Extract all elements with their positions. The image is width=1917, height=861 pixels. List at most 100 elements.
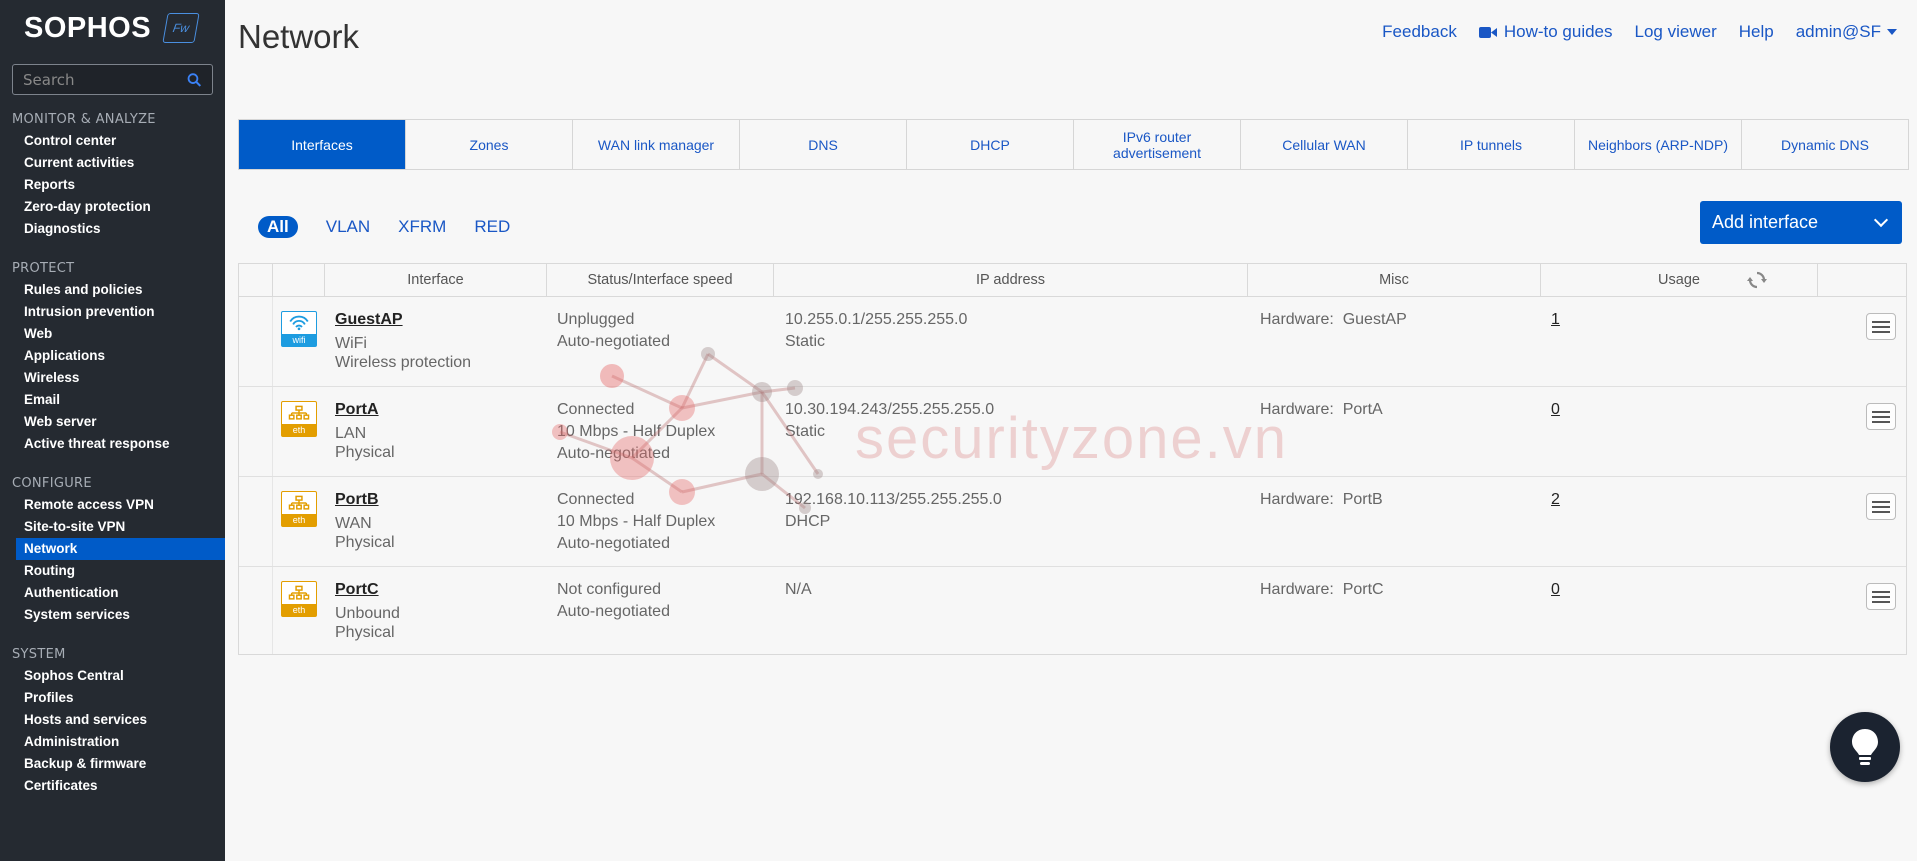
actions-cell: [1818, 387, 1906, 476]
port-icon-label: eth: [282, 514, 316, 526]
ip-cell: 10.255.0.1/255.255.255.0 Static: [774, 297, 1248, 386]
filter-vlan[interactable]: VLAN: [326, 217, 370, 237]
status-cell: Unplugged Auto-negotiated: [547, 297, 774, 386]
interface-filters: All VLAN XFRM RED: [258, 216, 510, 238]
sidebar-item-hosts-and-services[interactable]: Hosts and services: [0, 709, 225, 731]
refresh-icon[interactable]: [1747, 270, 1767, 290]
ethernet-icon: [288, 405, 310, 420]
tips-button[interactable]: [1830, 712, 1900, 782]
interface-status: Not configured: [557, 581, 662, 598]
interface-name-link[interactable]: GuestAP: [335, 309, 547, 331]
tab-cellular-wan[interactable]: Cellular WAN: [1241, 120, 1408, 169]
interface-kind: Physical: [335, 444, 395, 461]
row-select: [239, 387, 273, 476]
header-ip[interactable]: IP address: [774, 264, 1248, 296]
ip-address: 10.255.0.1/255.255.255.0: [785, 311, 968, 328]
menu-bar: [1872, 595, 1890, 598]
help-link[interactable]: Help: [1739, 22, 1774, 42]
logo[interactable]: SOPHOS Fw: [0, 0, 225, 56]
tab-neighbors-arp-ndp[interactable]: Neighbors (ARP-NDP): [1575, 120, 1742, 169]
sidebar-item-authentication[interactable]: Authentication: [0, 582, 225, 604]
tab-interfaces[interactable]: Interfaces: [239, 120, 406, 169]
menu-bar: [1872, 410, 1890, 413]
ethernet-port-icon: eth: [281, 581, 317, 617]
ethernet-icon: [288, 585, 310, 600]
tab-ipv6-router-advertisement[interactable]: IPv6 router advertisement: [1074, 120, 1241, 169]
sidebar-item-site-to-site-vpn[interactable]: Site-to-site VPN: [0, 516, 225, 538]
sidebar-item-wireless[interactable]: Wireless: [0, 367, 225, 389]
row-menu-button[interactable]: [1866, 403, 1896, 430]
row-menu-button[interactable]: [1866, 583, 1896, 610]
sidebar-item-current-activities[interactable]: Current activities: [0, 152, 225, 174]
sidebar-item-diagnostics[interactable]: Diagnostics: [0, 218, 225, 240]
sidebar-item-reports[interactable]: Reports: [0, 174, 225, 196]
usage-count-link[interactable]: 2: [1551, 491, 1560, 508]
sidebar-item-routing[interactable]: Routing: [0, 560, 225, 582]
sidebar-item-remote-access-vpn[interactable]: Remote access VPN: [0, 494, 225, 516]
usage-count-link[interactable]: 0: [1551, 581, 1560, 598]
hardware-label: Hardware:: [1260, 581, 1334, 598]
sidebar-item-backup-firmware[interactable]: Backup & firmware: [0, 753, 225, 775]
chevron-down-icon: [1873, 212, 1889, 227]
interface-name-link[interactable]: PortA: [335, 399, 547, 421]
sidebar-item-web[interactable]: Web: [0, 323, 225, 345]
sidebar-item-administration[interactable]: Administration: [0, 731, 225, 753]
sidebar-item-active-threat-response[interactable]: Active threat response: [0, 433, 225, 455]
howto-guides-link[interactable]: How-to guides: [1478, 22, 1613, 42]
tab-dns[interactable]: DNS: [740, 120, 907, 169]
sidebar-item-certificates[interactable]: Certificates: [0, 775, 225, 797]
hardware-label: Hardware:: [1260, 401, 1334, 418]
sidebar-item-control-center[interactable]: Control center: [0, 130, 225, 152]
sidebar-item-rules-and-policies[interactable]: Rules and policies: [0, 279, 225, 301]
sidebar-item-zero-day-protection[interactable]: Zero-day protection: [0, 196, 225, 218]
row-select: [239, 477, 273, 566]
header-actions: [1818, 264, 1906, 296]
tab-dynamic-dns[interactable]: Dynamic DNS: [1742, 120, 1908, 169]
table-row: wifi GuestAP WiFi Wireless protection Unplug…: [239, 297, 1906, 387]
ethernet-icon: [288, 495, 310, 510]
interface-status: Unplugged: [557, 311, 635, 328]
tab-zones[interactable]: Zones: [406, 120, 573, 169]
interface-type: WiFi: [335, 335, 367, 352]
hardware-value: PortC: [1342, 581, 1384, 598]
tab-wan-link-manager[interactable]: WAN link manager: [573, 120, 740, 169]
row-menu-button[interactable]: [1866, 313, 1896, 340]
port-icon-label: eth: [282, 604, 316, 616]
sidebar-item-network[interactable]: Network: [16, 538, 225, 560]
header-status[interactable]: Status/Interface speed: [547, 264, 774, 296]
search-input[interactable]: [23, 70, 188, 89]
top-navigation: Feedback How-to guides Log viewer Help a…: [1382, 22, 1897, 42]
row-menu-button[interactable]: [1866, 493, 1896, 520]
interface-name-link[interactable]: PortC: [335, 579, 547, 601]
filter-red[interactable]: RED: [474, 217, 510, 237]
sidebar-item-email[interactable]: Email: [0, 389, 225, 411]
user-menu[interactable]: admin@SF: [1796, 22, 1897, 42]
chevron-down-icon: [1887, 29, 1897, 35]
header-misc[interactable]: Misc: [1248, 264, 1541, 296]
tab-ip-tunnels[interactable]: IP tunnels: [1408, 120, 1575, 169]
add-interface-button[interactable]: Add interface: [1700, 201, 1902, 244]
sidebar-item-applications[interactable]: Applications: [0, 345, 225, 367]
log-viewer-link[interactable]: Log viewer: [1635, 22, 1717, 42]
interface-type: Unbound: [335, 605, 400, 622]
sidebar-item-system-services[interactable]: System services: [0, 604, 225, 626]
sidebar-item-web-server[interactable]: Web server: [0, 411, 225, 433]
usage-cell: 1: [1541, 297, 1818, 386]
interface-speed: 10 Mbps - Half Duplex: [557, 423, 716, 440]
filter-all[interactable]: All: [258, 216, 298, 238]
filter-xfrm[interactable]: XFRM: [398, 217, 446, 237]
search-icon[interactable]: [187, 72, 202, 88]
sidebar-item-intrusion-prevention[interactable]: Intrusion prevention: [0, 301, 225, 323]
row-select: [239, 567, 273, 654]
row-icon: eth: [273, 477, 325, 566]
nav-section-title: CONFIGURE: [12, 476, 92, 491]
sidebar-item-sophos-central[interactable]: Sophos Central: [0, 665, 225, 687]
sidebar-item-profiles[interactable]: Profiles: [0, 687, 225, 709]
header-interface[interactable]: Interface: [325, 264, 547, 296]
interface-name-link[interactable]: PortB: [335, 489, 547, 511]
usage-count-link[interactable]: 0: [1551, 401, 1560, 418]
nav-section-system: SYSTEM Sophos Central Profiles Hosts and se…: [0, 645, 225, 797]
usage-count-link[interactable]: 1: [1551, 311, 1560, 328]
tab-dhcp[interactable]: DHCP: [907, 120, 1074, 169]
feedback-link[interactable]: Feedback: [1382, 22, 1457, 42]
